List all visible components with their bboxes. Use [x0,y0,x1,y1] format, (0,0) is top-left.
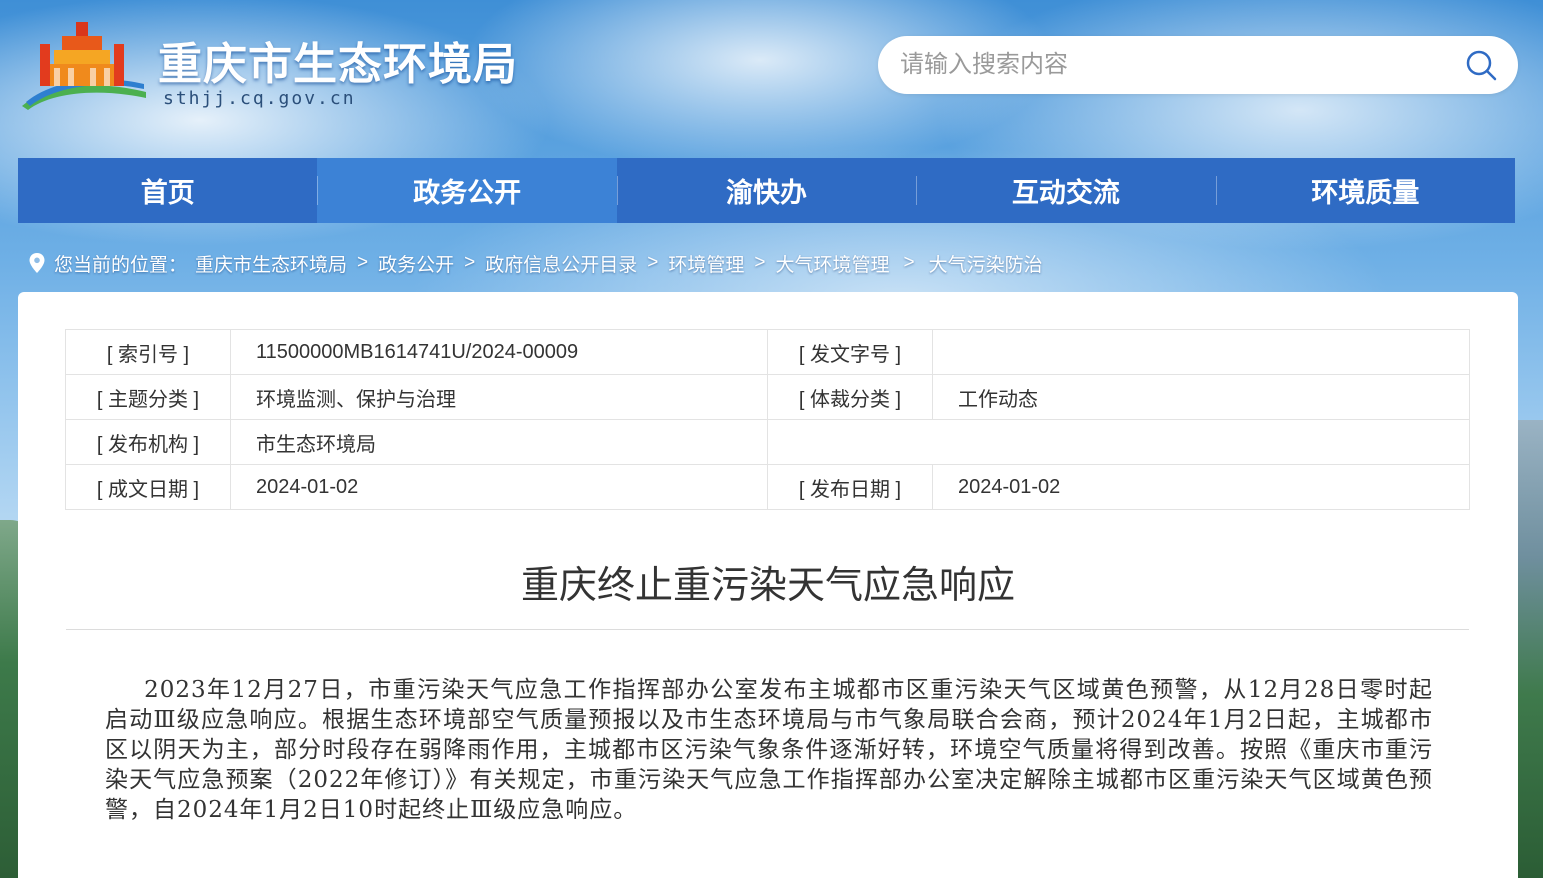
title-divider [66,629,1469,630]
document-meta-table: [ 索引号 ] 11500000MB1614741U/2024-00009 [ … [65,329,1470,510]
table-row: [ 发布机构 ] 市生态环境局 [65,419,1470,465]
breadcrumb-link-air-pollution[interactable]: 大气污染防治 [929,250,1043,277]
index-no-label: [ 索引号 ] [65,329,231,375]
genre-value: 工作动态 [932,374,1470,420]
breadcrumb-link-info-catalog[interactable]: 政府信息公开目录 [485,250,637,277]
site-title[interactable]: 重庆市生态环境局 [158,28,518,92]
doc-no-value [932,329,1470,375]
breadcrumb-separator: > [647,252,659,273]
created-date-label: [ 成文日期 ] [65,464,231,510]
breadcrumb-link-government-affairs[interactable]: 政务公开 [378,250,454,277]
created-date-value: 2024-01-02 [230,464,768,510]
topic-label: [ 主题分类 ] [65,374,231,420]
published-date-value: 2024-01-02 [932,464,1470,510]
content-panel: [ 索引号 ] 11500000MB1614741U/2024-00009 [ … [18,292,1518,878]
nav-item-yukuaiban[interactable]: 渝快办 [616,158,916,223]
search-input[interactable] [900,36,1440,94]
published-date-label: [ 发布日期 ] [767,464,933,510]
breadcrumb-link-air-management[interactable]: 大气环境管理 [776,250,890,277]
site-domain: sthjj.cq.gov.cn [163,88,356,109]
nav-item-interaction[interactable]: 互动交流 [916,158,1215,223]
table-row: [ 主题分类 ] 环境监测、保护与治理 [ 体裁分类 ] 工作动态 [65,374,1470,420]
breadcrumb-separator: > [464,252,476,273]
topic-value: 环境监测、保护与治理 [230,374,768,420]
breadcrumb-link-env-management[interactable]: 环境管理 [668,250,744,277]
publisher-value: 市生态环境局 [230,419,768,465]
nav-item-environment-quality[interactable]: 环境质量 [1215,158,1515,223]
index-no-value: 11500000MB1614741U/2024-00009 [230,329,768,375]
nav-item-government-affairs[interactable]: 政务公开 [317,158,617,223]
breadcrumb: 您当前的位置： 重庆市生态环境局 > 政务公开 > 政府信息公开目录 > 环境管… [28,248,1043,278]
empty-cell [767,419,1470,465]
genre-label: [ 体裁分类 ] [767,374,933,420]
table-row: [ 成文日期 ] 2024-01-02 [ 发布日期 ] 2024-01-02 [65,464,1470,510]
site-header: 重庆市生态环境局 sthjj.cq.gov.cn [0,0,1543,150]
publisher-label: [ 发布机构 ] [65,419,231,465]
government-building-logo[interactable] [18,14,148,114]
breadcrumb-separator: > [903,252,915,273]
search-box [878,36,1518,94]
article-body: 2023年12月27日，市重污染天气应急工作指挥部办公室发布主城都市区重污染天气… [105,677,1433,823]
main-nav: 首页 政务公开 渝快办 互动交流 环境质量 [18,158,1515,223]
breadcrumb-separator: > [357,252,369,273]
breadcrumb-separator: > [754,252,766,273]
doc-no-label: [ 发文字号 ] [767,329,933,375]
breadcrumb-link-bureau[interactable]: 重庆市生态环境局 [195,250,347,277]
breadcrumb-prefix: 您当前的位置： [54,254,188,276]
nav-item-home[interactable]: 首页 [18,158,317,223]
table-row: [ 索引号 ] 11500000MB1614741U/2024-00009 [ … [65,329,1470,375]
location-pin-icon [29,253,45,273]
search-icon[interactable] [1464,48,1498,82]
article-title: 重庆终止重污染天气应急响应 [520,565,1015,607]
